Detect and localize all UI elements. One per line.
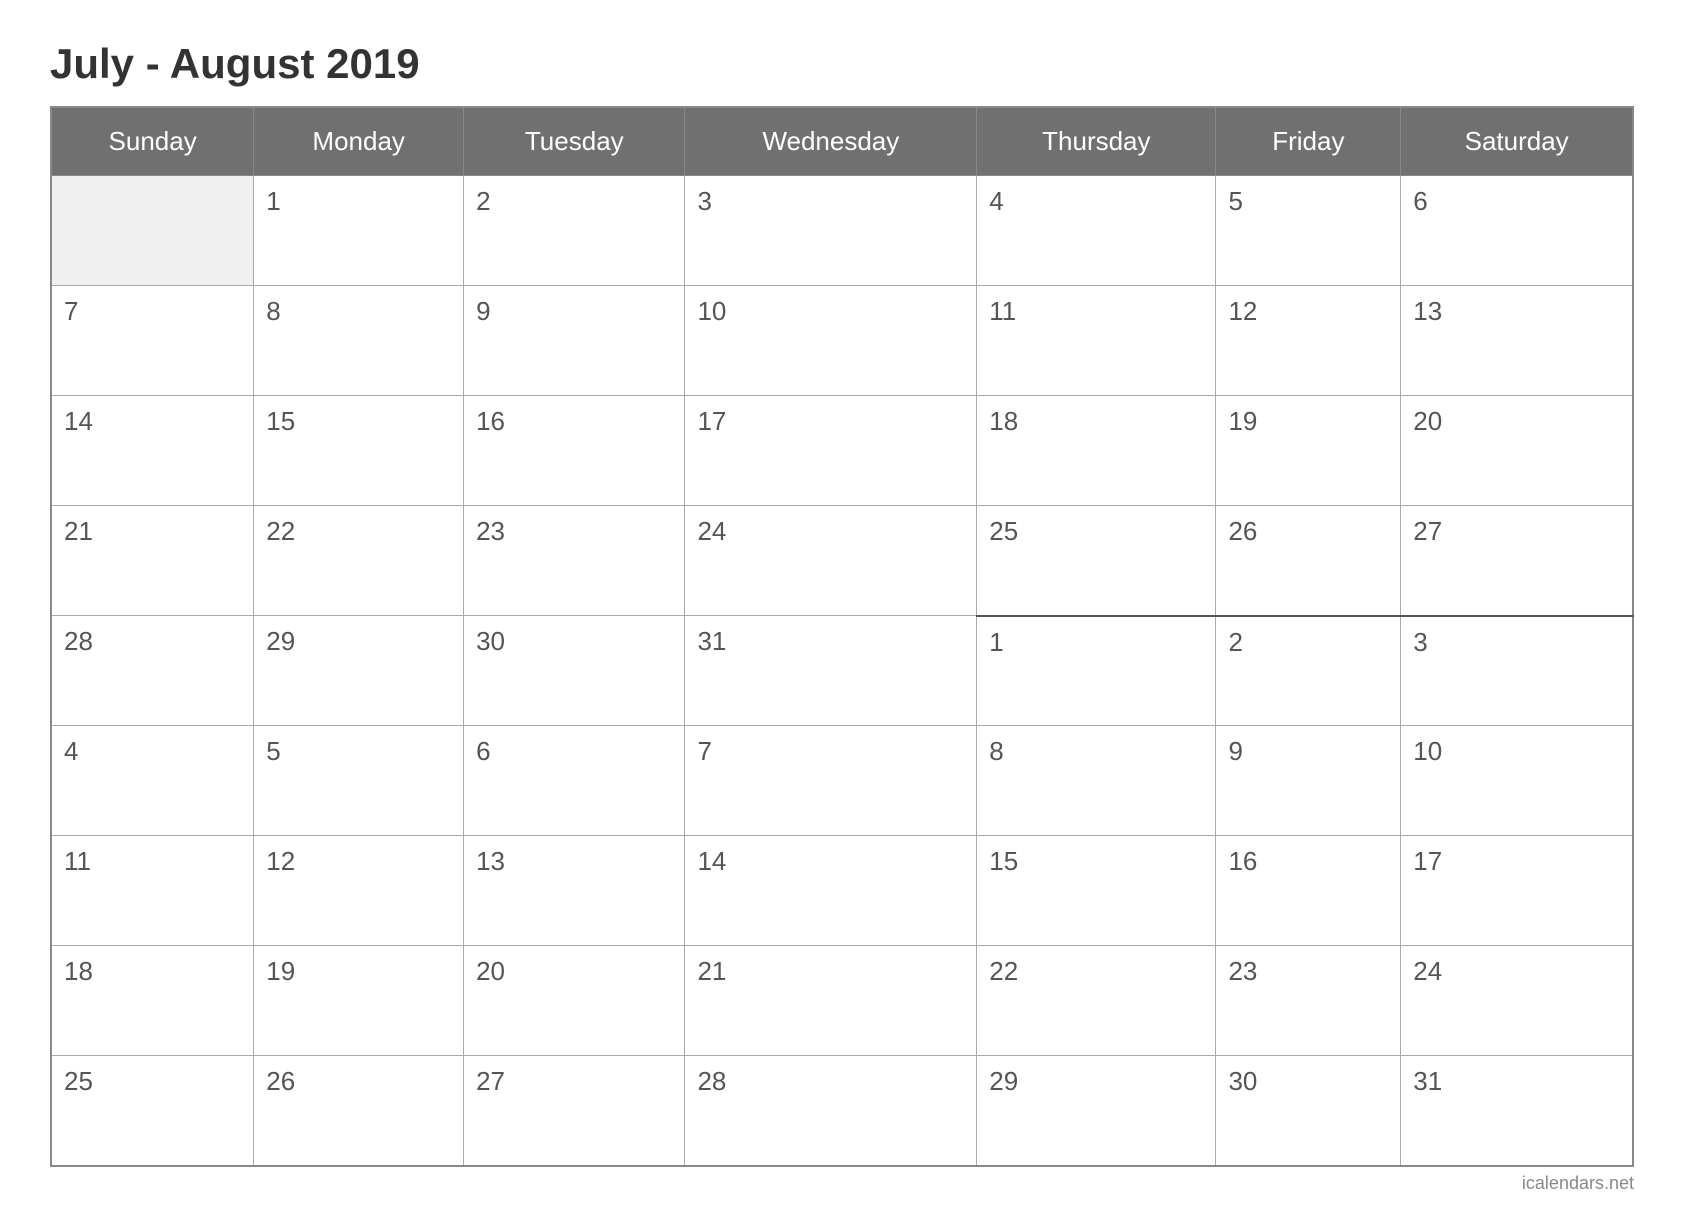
calendar-day-cell: 22 (254, 506, 464, 616)
calendar-day-cell: 7 (685, 726, 977, 836)
calendar-week-row: 25262728293031 (51, 1056, 1633, 1166)
calendar-week-row: 18192021222324 (51, 946, 1633, 1056)
calendar-day-cell: 11 (977, 286, 1216, 396)
weekday-header-friday: Friday (1216, 107, 1401, 176)
calendar-day-cell (51, 176, 254, 286)
calendar-day-cell: 15 (977, 836, 1216, 946)
calendar-table: SundayMondayTuesdayWednesdayThursdayFrid… (50, 106, 1634, 1167)
weekday-header-thursday: Thursday (977, 107, 1216, 176)
calendar-day-cell: 8 (977, 726, 1216, 836)
calendar-day-cell: 1 (977, 616, 1216, 726)
weekday-header-row: SundayMondayTuesdayWednesdayThursdayFrid… (51, 107, 1633, 176)
calendar-day-cell: 2 (464, 176, 685, 286)
calendar-day-cell: 13 (1401, 286, 1633, 396)
calendar-day-cell: 6 (464, 726, 685, 836)
weekday-header-tuesday: Tuesday (464, 107, 685, 176)
weekday-header-monday: Monday (254, 107, 464, 176)
calendar-day-cell: 24 (1401, 946, 1633, 1056)
weekday-header-sunday: Sunday (51, 107, 254, 176)
weekday-header-saturday: Saturday (1401, 107, 1633, 176)
calendar-day-cell: 31 (685, 616, 977, 726)
calendar-day-cell: 22 (977, 946, 1216, 1056)
page-title: July - August 2019 (50, 40, 1634, 88)
calendar-day-cell: 10 (1401, 726, 1633, 836)
calendar-day-cell: 15 (254, 396, 464, 506)
calendar-week-row: 21222324252627 (51, 506, 1633, 616)
calendar-day-cell: 14 (51, 396, 254, 506)
calendar-day-cell: 4 (51, 726, 254, 836)
calendar-day-cell: 5 (254, 726, 464, 836)
calendar-day-cell: 23 (1216, 946, 1401, 1056)
calendar-day-cell: 9 (464, 286, 685, 396)
calendar-day-cell: 4 (977, 176, 1216, 286)
calendar-day-cell: 14 (685, 836, 977, 946)
calendar-week-row: 28293031123 (51, 616, 1633, 726)
calendar-day-cell: 31 (1401, 1056, 1633, 1166)
calendar-day-cell: 25 (51, 1056, 254, 1166)
calendar-day-cell: 29 (254, 616, 464, 726)
calendar-day-cell: 19 (1216, 396, 1401, 506)
calendar-day-cell: 21 (685, 946, 977, 1056)
calendar-day-cell: 21 (51, 506, 254, 616)
calendar-day-cell: 11 (51, 836, 254, 946)
calendar-day-cell: 8 (254, 286, 464, 396)
calendar-week-row: 123456 (51, 176, 1633, 286)
calendar-day-cell: 18 (977, 396, 1216, 506)
calendar-day-cell: 18 (51, 946, 254, 1056)
calendar-day-cell: 9 (1216, 726, 1401, 836)
calendar-day-cell: 29 (977, 1056, 1216, 1166)
calendar-day-cell: 7 (51, 286, 254, 396)
calendar-day-cell: 28 (51, 616, 254, 726)
calendar-day-cell: 23 (464, 506, 685, 616)
calendar-week-row: 78910111213 (51, 286, 1633, 396)
calendar-day-cell: 26 (254, 1056, 464, 1166)
calendar-day-cell: 1 (254, 176, 464, 286)
calendar-day-cell: 30 (1216, 1056, 1401, 1166)
calendar-day-cell: 12 (254, 836, 464, 946)
calendar-day-cell: 19 (254, 946, 464, 1056)
calendar-day-cell: 6 (1401, 176, 1633, 286)
calendar-day-cell: 12 (1216, 286, 1401, 396)
calendar-day-cell: 16 (464, 396, 685, 506)
calendar-day-cell: 27 (1401, 506, 1633, 616)
calendar-day-cell: 20 (1401, 396, 1633, 506)
calendar-day-cell: 3 (1401, 616, 1633, 726)
calendar-day-cell: 17 (1401, 836, 1633, 946)
calendar-day-cell: 24 (685, 506, 977, 616)
calendar-day-cell: 30 (464, 616, 685, 726)
calendar-day-cell: 3 (685, 176, 977, 286)
calendar-week-row: 45678910 (51, 726, 1633, 836)
calendar-day-cell: 10 (685, 286, 977, 396)
calendar-day-cell: 25 (977, 506, 1216, 616)
calendar-day-cell: 2 (1216, 616, 1401, 726)
calendar-day-cell: 26 (1216, 506, 1401, 616)
calendar-day-cell: 28 (685, 1056, 977, 1166)
footer-attribution: icalendars.net (50, 1173, 1634, 1194)
calendar-day-cell: 16 (1216, 836, 1401, 946)
calendar-week-row: 11121314151617 (51, 836, 1633, 946)
calendar-day-cell: 27 (464, 1056, 685, 1166)
calendar-day-cell: 17 (685, 396, 977, 506)
calendar-day-cell: 20 (464, 946, 685, 1056)
calendar-week-row: 14151617181920 (51, 396, 1633, 506)
weekday-header-wednesday: Wednesday (685, 107, 977, 176)
calendar-day-cell: 5 (1216, 176, 1401, 286)
calendar-day-cell: 13 (464, 836, 685, 946)
